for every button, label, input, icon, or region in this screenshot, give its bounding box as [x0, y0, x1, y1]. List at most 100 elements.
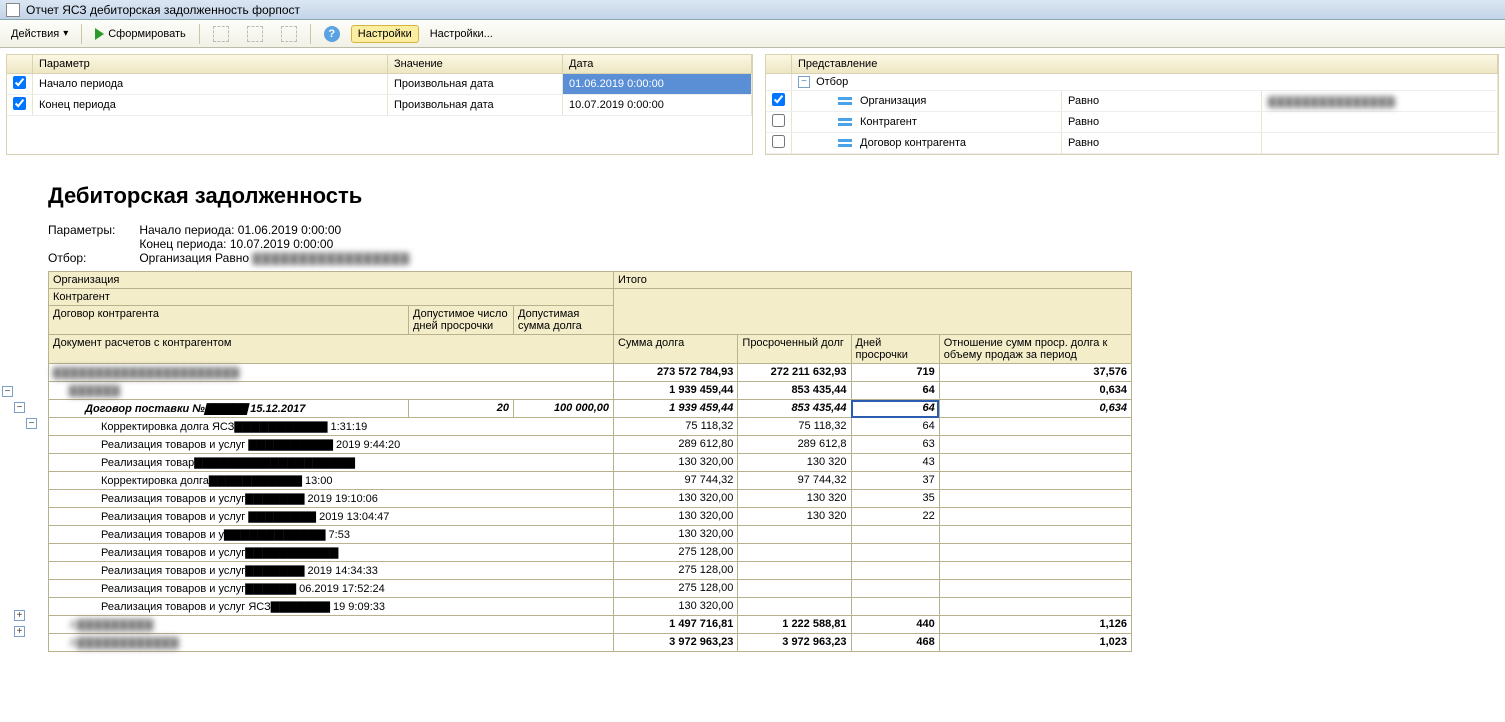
cell-debt: 130 320,00 [614, 526, 738, 544]
filter-root-label: Отбор [816, 76, 848, 88]
cell-debt: 130 320,00 [614, 598, 738, 616]
cell-debt: 289 612,80 [614, 436, 738, 454]
hdr-allow-days: Допустимое число дней просрочки [409, 306, 514, 335]
filter-label: Отбор: [48, 251, 136, 265]
settings-button[interactable]: Настройки [351, 25, 419, 43]
doc-row[interactable]: Реализация товаров и услуг ЯСЗ▇▇▇▇▇▇▇ 19… [49, 598, 614, 616]
equals-icon [838, 139, 852, 147]
cell-debt: 1 939 459,44 [614, 400, 738, 418]
tree-toggle[interactable]: + [14, 610, 25, 621]
cell-days: 37 [851, 472, 939, 490]
filter-value[interactable]: ▇▇▇▇▇▇▇▇▇▇▇▇▇▇▇ [1262, 91, 1498, 112]
group-row[interactable]: А▇▇▇▇▇▇▇▇▇▇▇▇ [49, 634, 614, 652]
contract-row[interactable]: Договор поставки №▇▇▇▇▇ 15.12.2017 [49, 400, 409, 418]
cell-ratio: 0,634 [939, 382, 1131, 400]
filter-condition[interactable]: Равно [1062, 112, 1262, 133]
param-name[interactable]: Начало периода [33, 74, 388, 95]
filter-value-blurred: ▇▇▇▇▇▇▇▇▇▇▇▇▇▇▇▇▇ [252, 251, 409, 265]
doc-row[interactable]: Корректировка долга▇▇▇▇▇▇▇▇▇▇▇ 13:00 [49, 472, 614, 490]
doc-row[interactable]: Реализация товаров и услуг ▇▇▇▇▇▇▇▇▇▇ 20… [49, 436, 614, 454]
hdr-doc: Документ расчетов с контрагентом [49, 335, 614, 364]
param-start: Начало периода: 01.06.2019 0:00:00 [139, 223, 341, 237]
separator [310, 24, 311, 44]
param-date[interactable]: 01.06.2019 0:00:00 [563, 74, 752, 95]
filter-root[interactable]: − Отбор [792, 74, 1498, 91]
col-date[interactable]: Дата [563, 55, 752, 74]
filter-field[interactable]: Договор контрагента [792, 133, 1062, 154]
param-value[interactable]: Произвольная дата [388, 95, 563, 116]
tree-toggle[interactable]: − [14, 402, 25, 413]
filter-value[interactable] [1262, 133, 1498, 154]
form-label: Сформировать [108, 28, 186, 40]
cell-days [851, 598, 939, 616]
form-button[interactable]: Сформировать [88, 25, 193, 43]
cell-days [851, 544, 939, 562]
group-row[interactable]: ▇▇▇▇▇▇ [49, 382, 614, 400]
cell-days: 719 [851, 364, 939, 382]
toolbar: Действия ▾ Сформировать ? Настройки Наст… [0, 20, 1505, 48]
app-icon [6, 3, 20, 17]
collapse-icon[interactable]: − [798, 76, 810, 88]
filter-condition[interactable]: Равно [1062, 91, 1262, 112]
actions-dropdown[interactable]: Действия ▾ [4, 25, 75, 43]
filter-field[interactable]: Контрагент [792, 112, 1062, 133]
play-icon [95, 28, 104, 40]
representation-panel: Представление − Отбор Организация Равно … [765, 54, 1499, 155]
group-row[interactable]: ▇▇▇▇▇▇▇▇▇▇▇▇▇▇▇▇▇▇▇▇▇▇ [49, 364, 614, 382]
doc-row[interactable]: Реализация товаров и услуг ▇▇▇▇▇▇▇▇ 2019… [49, 508, 614, 526]
col-check [766, 55, 792, 74]
hdr-overdue: Просроченный долг [738, 335, 851, 364]
doc-row[interactable]: Реализация товаров и услуг▇▇▇▇▇▇▇▇▇▇▇ [49, 544, 614, 562]
help-button[interactable]: ? [317, 23, 347, 45]
cell-debt: 130 320,00 [614, 490, 738, 508]
equals-icon [838, 97, 852, 105]
param-value[interactable]: Произвольная дата [388, 74, 563, 95]
cell-overdue: 853 435,44 [738, 400, 851, 418]
col-value[interactable]: Значение [388, 55, 563, 74]
filter-row-check[interactable] [772, 93, 785, 106]
cell-days [851, 580, 939, 598]
cell-ratio [939, 544, 1131, 562]
tool-button-2[interactable] [240, 23, 270, 45]
tool-button-1[interactable] [206, 23, 236, 45]
allow-sum: 100 000,00 [514, 400, 614, 418]
doc-row[interactable]: Реализация товаров и услуг▇▇▇▇▇▇▇ 2019 1… [49, 490, 614, 508]
cell-ratio [939, 580, 1131, 598]
tool-button-3[interactable] [274, 23, 304, 45]
filter-row-check[interactable] [772, 135, 785, 148]
hdr-days: Дней просрочки [851, 335, 939, 364]
filter-value[interactable] [1262, 112, 1498, 133]
group-row[interactable]: А▇▇▇▇▇▇▇▇▇ [49, 616, 614, 634]
help-icon: ? [324, 26, 340, 42]
param-date[interactable]: 10.07.2019 0:00:00 [563, 95, 752, 116]
cell-overdue: 97 744,32 [738, 472, 851, 490]
doc-row[interactable]: Реализация товаров и у▇▇▇▇▇▇▇▇▇▇▇▇ 7:53 [49, 526, 614, 544]
cell-overdue: 130 320 [738, 508, 851, 526]
doc-row[interactable]: Реализация товар▇▇▇▇▇▇▇▇▇▇▇▇▇▇▇▇▇▇▇ [49, 454, 614, 472]
cell-overdue [738, 544, 851, 562]
filter-field[interactable]: Организация [792, 91, 1062, 112]
tree-toggle[interactable]: − [26, 418, 37, 429]
doc-row[interactable]: Корректировка долга ЯСЗ▇▇▇▇▇▇▇▇▇▇▇ 1:31:… [49, 418, 614, 436]
doc-row[interactable]: Реализация товаров и услуг▇▇▇▇▇▇▇ 2019 1… [49, 562, 614, 580]
col-param[interactable]: Параметр [33, 55, 388, 74]
settings-advanced-button[interactable]: Настройки... [423, 25, 500, 43]
col-representation[interactable]: Представление [792, 55, 1498, 74]
param-name[interactable]: Конец периода [33, 95, 388, 116]
filter-row-check[interactable] [772, 114, 785, 127]
cell-debt: 1 939 459,44 [614, 382, 738, 400]
tree-toggle[interactable]: + [14, 626, 25, 637]
cell-overdue: 130 320 [738, 454, 851, 472]
cell-overdue: 272 211 632,93 [738, 364, 851, 382]
doc-row[interactable]: Реализация товаров и услуг▇▇▇▇▇▇ 06.2019… [49, 580, 614, 598]
cell-days: 468 [851, 634, 939, 652]
param-row-check[interactable] [13, 97, 26, 110]
cell-days [851, 526, 939, 544]
cell-ratio [939, 436, 1131, 454]
tree-toggle[interactable]: − [2, 386, 13, 397]
param-row-check[interactable] [13, 76, 26, 89]
cell-overdue: 130 320 [738, 490, 851, 508]
filter-condition[interactable]: Равно [1062, 133, 1262, 154]
cell-debt: 97 744,32 [614, 472, 738, 490]
report-title: Дебиторская задолженность [48, 183, 1505, 209]
